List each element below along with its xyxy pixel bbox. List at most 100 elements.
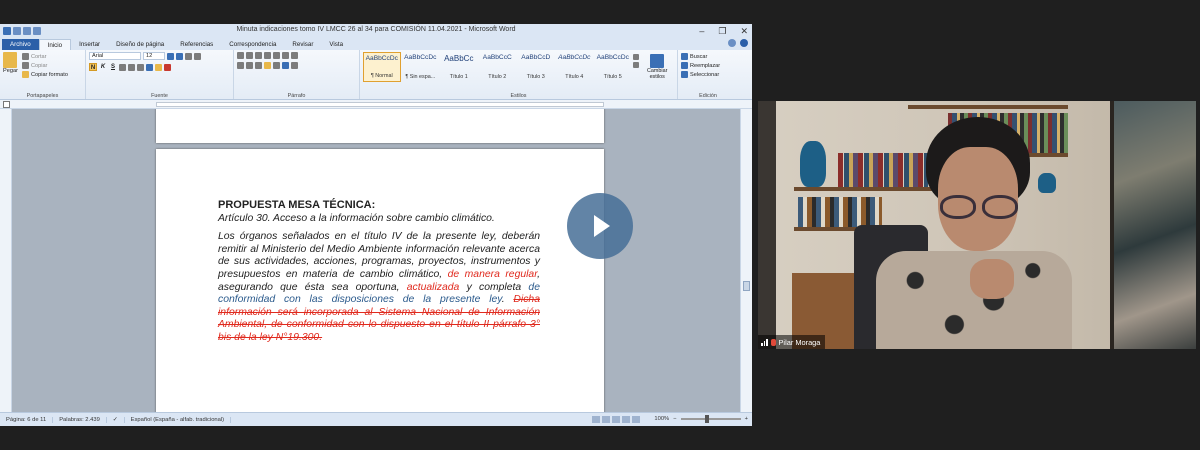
undo-icon[interactable] [23,27,31,35]
tab-revisar[interactable]: Revisar [284,39,321,50]
books [798,197,882,227]
chevron-up-icon[interactable] [632,54,639,60]
maximize-button[interactable]: ❐ [718,24,726,38]
page-current[interactable]: PROPUESTA MESA TÉCNICA: Artículo 30. Acc… [156,149,604,412]
document-text[interactable]: PROPUESTA MESA TÉCNICA: Artículo 30. Acc… [218,199,540,345]
format-painter-button[interactable]: Copiar formato [21,70,68,79]
quick-access-toolbar [0,27,41,35]
font-color-icon[interactable] [164,63,171,71]
numbering-icon[interactable] [246,52,253,59]
change-styles-button[interactable]: Cambiar estilos [640,52,674,99]
window-title: Minuta indicaciones tomo IV LMCC 26 al 3… [236,26,516,33]
copy-icon [21,62,29,69]
vertical-ruler[interactable] [0,109,12,412]
align-right-icon[interactable] [255,62,262,69]
zoom-knob[interactable] [704,415,709,423]
tab-archivo[interactable]: Archivo [2,39,39,50]
style-no-spacing[interactable]: AaBbCcDc ¶ Sin espa... [402,52,440,82]
binoculars-icon [681,53,688,60]
text-effects-icon[interactable] [146,63,153,71]
zoom-level[interactable]: 100% [654,416,669,422]
tab-selector-icon[interactable] [3,101,10,108]
horizontal-ruler[interactable] [0,100,752,109]
align-left-icon[interactable] [237,62,244,69]
multilevel-list-icon[interactable] [255,52,262,59]
font-size-select[interactable]: 12 [143,52,165,60]
style-heading-2[interactable]: AaBbCcC Título 2 [479,52,517,82]
proofing-icon[interactable]: ✓ [107,416,125,423]
font-name-select[interactable]: Arial [89,52,141,60]
tab-correspondencia[interactable]: Correspondencia [221,39,284,50]
play-button[interactable] [567,193,633,259]
signal-icon [761,338,768,346]
grow-font-icon[interactable] [167,52,174,60]
zoom-in-icon[interactable]: + [745,416,748,422]
web-layout-icon[interactable] [612,416,620,423]
page-previous[interactable] [156,109,604,143]
change-case-icon[interactable] [185,52,192,60]
tab-inicio[interactable]: Inicio [38,39,72,50]
help-icon[interactable] [740,39,748,47]
subscript-icon[interactable] [128,63,135,71]
shrink-font-icon[interactable] [176,52,183,60]
tab-referencias[interactable]: Referencias [172,39,221,50]
vertical-scrollbar[interactable] [740,109,752,412]
minimize-ribbon-icon[interactable] [728,39,736,47]
minimize-button[interactable]: – [699,24,704,38]
scroll-thumb[interactable] [743,281,750,291]
document-canvas[interactable]: PROPUESTA MESA TÉCNICA: Artículo 30. Acc… [0,109,740,412]
participant-video[interactable]: Pilar Moraga [758,101,1196,349]
glasses [938,195,1022,221]
body-text: . [501,294,514,306]
copy-button[interactable]: Copiar [21,61,68,70]
save-icon[interactable] [13,27,21,35]
zoom-slider[interactable] [680,415,741,423]
sort-icon[interactable] [282,52,289,59]
style-heading-5[interactable]: AaBbCcDc Título 5 [594,52,632,82]
zoom-out-icon[interactable]: − [673,416,676,422]
select-button[interactable]: Seleccionar [681,70,735,79]
article-body: Los órganos señalados en el título IV de… [218,231,540,344]
line-spacing-icon[interactable] [273,62,280,69]
cut-button[interactable]: Cortar [21,52,68,61]
chevron-down-icon[interactable] [632,62,639,68]
style-heading-3[interactable]: AaBbCcD Título 3 [517,52,555,82]
underline-button[interactable]: S [109,63,117,71]
style-normal[interactable]: AaBbCcDc ¶ Normal [363,52,401,82]
tab-vista[interactable]: Vista [321,39,351,50]
replace-button[interactable]: Reemplazar [681,61,735,70]
increase-indent-icon[interactable] [273,52,280,59]
word-count[interactable]: Palabras: 2.439 [53,416,107,423]
borders-icon[interactable] [291,62,298,69]
clear-format-icon[interactable] [194,52,201,60]
highlight-icon[interactable] [155,63,162,71]
ruler-bar[interactable] [156,102,604,107]
shading-icon[interactable] [282,62,289,69]
strikethrough-icon[interactable] [119,63,126,71]
close-button[interactable]: ✕ [740,24,748,38]
draft-icon[interactable] [632,416,640,423]
select-label: Seleccionar [690,71,720,78]
find-button[interactable]: Buscar [681,52,735,61]
page-count[interactable]: Página: 6 de 11 [0,416,54,423]
tab-insertar[interactable]: Insertar [71,39,108,50]
language-status[interactable]: Español (España - alfab. tradicional) [125,416,232,423]
replace-label: Reemplazar [690,62,721,69]
decrease-indent-icon[interactable] [264,52,271,59]
outline-icon[interactable] [622,416,630,423]
print-layout-icon[interactable] [592,416,600,423]
redo-icon[interactable] [33,27,41,35]
justify-icon[interactable] [264,62,271,69]
style-heading-1[interactable]: AaBbCc Título 1 [440,52,478,82]
full-screen-icon[interactable] [602,416,610,423]
bullets-icon[interactable] [237,52,244,59]
pilcrow-icon[interactable] [291,52,298,59]
tab-diseno-pagina[interactable]: Diseño de página [108,39,172,50]
align-center-icon[interactable] [246,62,253,69]
italic-button[interactable]: K [99,63,107,71]
style-heading-4[interactable]: AaBbCcDc Título 4 [556,52,594,82]
styles-scroll[interactable] [632,52,641,99]
bold-button[interactable]: N [89,63,97,71]
superscript-icon[interactable] [137,63,144,71]
paste-button[interactable]: Pegar [3,52,18,79]
